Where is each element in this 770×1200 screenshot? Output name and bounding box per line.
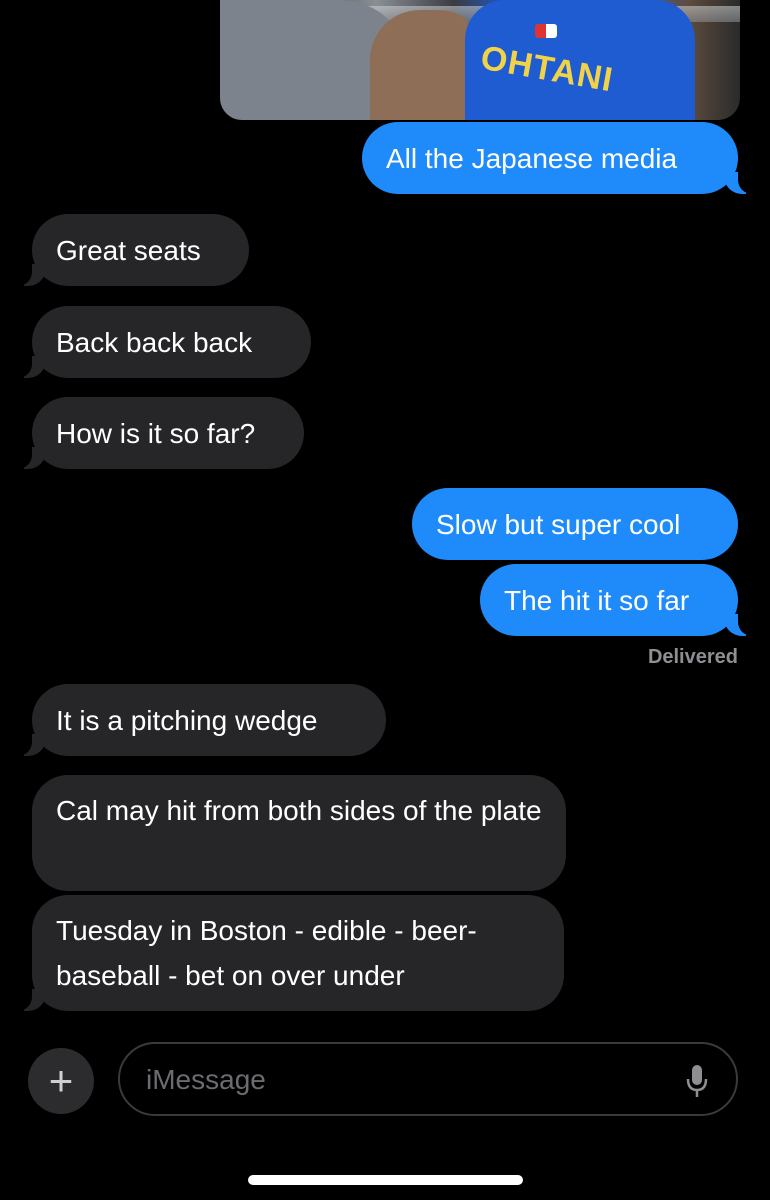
plus-icon: + <box>48 1057 74 1104</box>
home-indicator[interactable] <box>248 1175 523 1185</box>
message-bubble-sent[interactable]: The hit it so far <box>480 564 758 636</box>
message-bubble-received[interactable]: How is it so far? <box>12 397 304 469</box>
message-bubble-received[interactable]: Tuesday in Boston - edible - beer-baseba… <box>12 895 564 1011</box>
photo-attachment[interactable]: OHTANI <box>220 0 740 120</box>
message-bubble-received[interactable]: Back back back <box>12 306 311 378</box>
message-composer[interactable] <box>118 1042 738 1116</box>
message-bubble-received[interactable]: It is a pitching wedge <box>12 684 386 756</box>
delivered-status: Delivered <box>647 646 738 668</box>
message-bubble-sent[interactable]: Slow but super cool <box>412 488 738 560</box>
add-attachment-button[interactable]: + <box>28 1048 94 1114</box>
microphone-icon[interactable] <box>686 1064 708 1098</box>
mlb-logo-icon <box>535 24 557 38</box>
message-bubble-received[interactable]: Great seats <box>12 214 249 286</box>
message-bubble-sent[interactable]: All the Japanese media <box>362 122 758 194</box>
message-bubble-received[interactable]: Cal may hit from both sides of the plate <box>32 775 566 891</box>
imessage-input[interactable] <box>144 1044 668 1116</box>
photo-arm <box>370 10 480 120</box>
